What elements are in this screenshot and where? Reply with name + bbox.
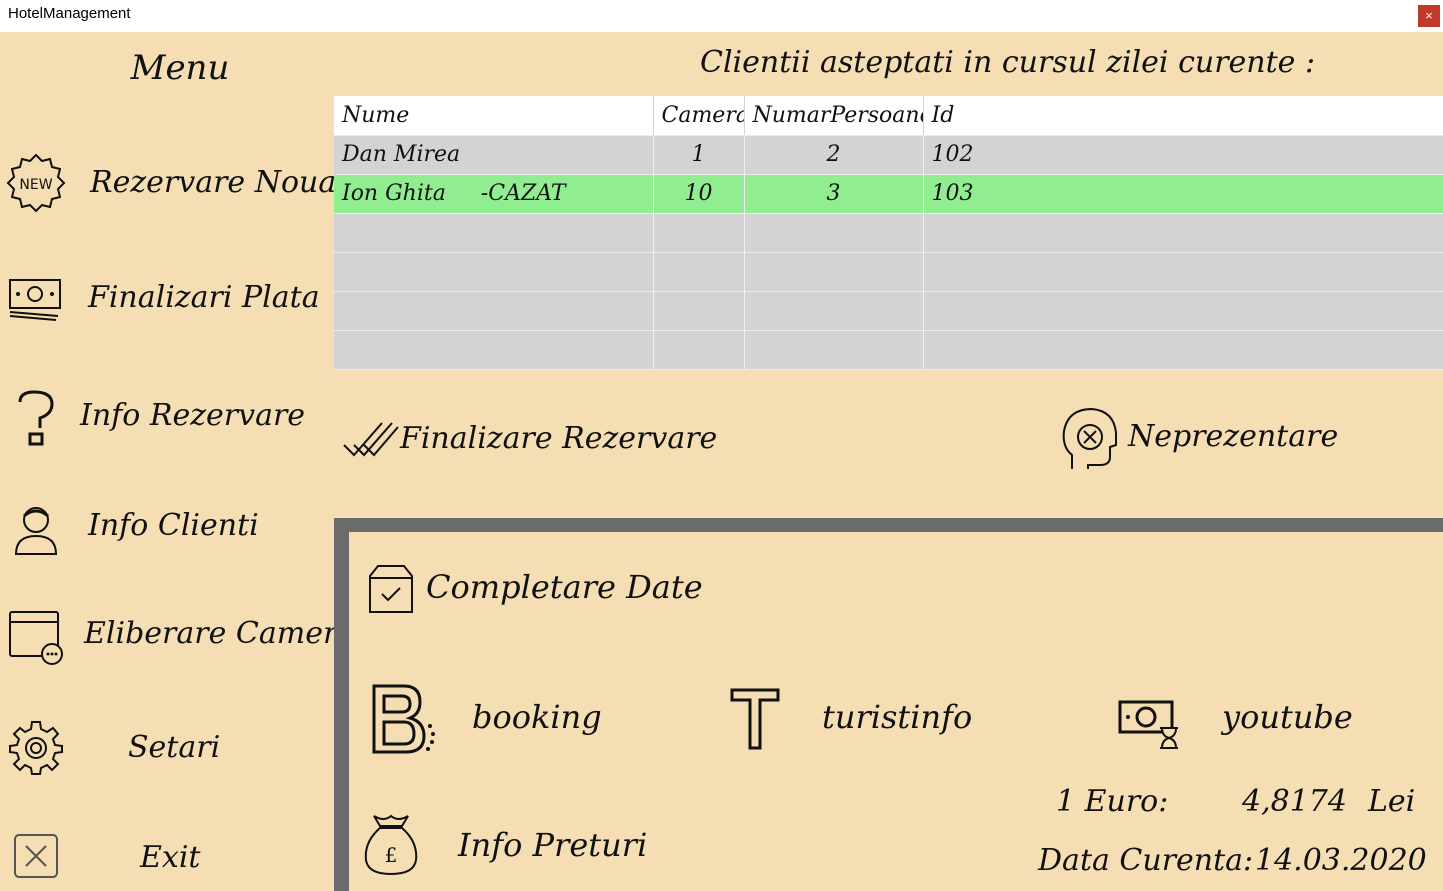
column-header-id[interactable]: Id [923, 96, 1443, 136]
table-row[interactable]: Dan Mirea 1 2 102 [334, 135, 1443, 175]
money-stack-icon [9, 279, 61, 321]
finalizare-rezervare-label: Finalizare Rezervare [400, 421, 718, 456]
svg-text:£: £ [385, 843, 398, 867]
exchange-rate-unit: Lei [1368, 784, 1416, 819]
double-check-icon [343, 422, 399, 457]
clients-heading: Clientii asteptati in cursul zilei curen… [700, 45, 1316, 80]
youtube-label: youtube [1222, 698, 1353, 736]
sidebar-item-finalizari-plata[interactable]: Finalizari Plata [0, 260, 330, 340]
table-row-empty[interactable] [334, 213, 1443, 253]
current-date-label: Data Curenta: [1038, 843, 1254, 878]
exchange-rate-prefix: 1 Euro: [1056, 784, 1169, 819]
close-box-icon [14, 834, 58, 878]
finalizare-rezervare-button[interactable]: Finalizare Rezervare [342, 405, 717, 475]
sidebar-item-label: Setari [128, 730, 221, 765]
sidebar-item-setari[interactable]: Setari [0, 710, 330, 790]
sidebar-item-label: Info Rezervare [80, 398, 306, 433]
reservations-table[interactable]: Nume Camera NumarPersoane Id Dan Mirea 1… [334, 96, 1443, 370]
exchange-rate-value: 4,8174 [1242, 784, 1347, 819]
completare-date-button[interactable]: Completare Date [366, 562, 703, 642]
cell-camera: 10 [653, 174, 745, 214]
window-title: HotelManagement [8, 5, 131, 22]
sidebar-item-label: Finalizari Plata [88, 280, 320, 315]
sidebar-item-eliberare-camere[interactable]: Eliberare Camere [0, 596, 355, 676]
money-bag-icon: £ [364, 814, 418, 876]
table-header-row: Nume Camera NumarPersoane Id [334, 96, 1443, 136]
table-row-selected[interactable]: Ion Ghita -CAZAT 10 3 103 [334, 174, 1443, 214]
cell-nume: Ion Ghita -CAZAT [334, 174, 654, 214]
box-check-icon [369, 565, 413, 613]
table-row-empty[interactable] [334, 291, 1443, 331]
sidebar-item-exit[interactable]: Exit [0, 822, 330, 891]
info-preturi-button[interactable]: £ Info Preturi [362, 812, 647, 891]
close-window-button[interactable]: × [1418, 5, 1440, 27]
column-header-camera[interactable]: Camera [653, 96, 745, 136]
sidebar-item-label: Exit [140, 840, 201, 875]
title-bar: HotelManagement × [0, 0, 1443, 32]
user-icon [14, 507, 58, 555]
turistinfo-label: turistinfo [822, 698, 973, 736]
column-header-nume[interactable]: Nume [334, 96, 654, 136]
cell-id: 102 [923, 135, 1443, 175]
table-row-empty[interactable] [334, 252, 1443, 292]
current-date-value: 14.03.2020 [1255, 843, 1427, 878]
cell-numar-persoane: 3 [744, 174, 924, 214]
cell-numar-persoane: 2 [744, 135, 924, 175]
completare-date-label: Completare Date [426, 568, 703, 606]
column-header-numar-persoane[interactable]: NumarPersoane [744, 96, 924, 136]
cell-id: 103 [923, 174, 1443, 214]
menu-title: Menu [130, 48, 230, 88]
cell-nume: Dan Mirea [334, 135, 654, 175]
booking-b-icon [372, 684, 435, 754]
cell-camera: 1 [653, 135, 745, 175]
gear-icon [9, 721, 63, 775]
sidebar-item-label: Info Clienti [88, 508, 259, 543]
head-x-icon [1062, 407, 1117, 469]
letter-t-icon [730, 688, 780, 750]
sidebar-item-label: Eliberare Camere [84, 616, 356, 651]
info-preturi-label: Info Preturi [458, 826, 648, 864]
question-mark-icon [18, 390, 54, 446]
table-row-empty[interactable] [334, 330, 1443, 370]
booking-link[interactable]: booking [370, 682, 602, 762]
youtube-link[interactable]: youtube [1118, 682, 1353, 762]
new-badge-icon: NEW [6, 153, 66, 213]
neprezentare-button[interactable]: Neprezentare [1060, 405, 1338, 475]
booking-label: booking [472, 698, 602, 736]
svg-text:NEW: NEW [19, 177, 52, 193]
money-hourglass-icon [1118, 700, 1178, 749]
sidebar-item-rezervare-noua[interactable]: NEW Rezervare Noua [0, 145, 336, 225]
sidebar-item-info-clienti[interactable]: Info Clienti [0, 490, 330, 570]
neprezentare-label: Neprezentare [1128, 419, 1339, 454]
sidebar-item-label: Rezervare Noua [90, 165, 337, 200]
window-options-icon [9, 611, 63, 665]
turistinfo-link[interactable]: turistinfo [730, 682, 973, 762]
sidebar-item-info-rezervare[interactable]: Info Rezervare [0, 380, 330, 460]
